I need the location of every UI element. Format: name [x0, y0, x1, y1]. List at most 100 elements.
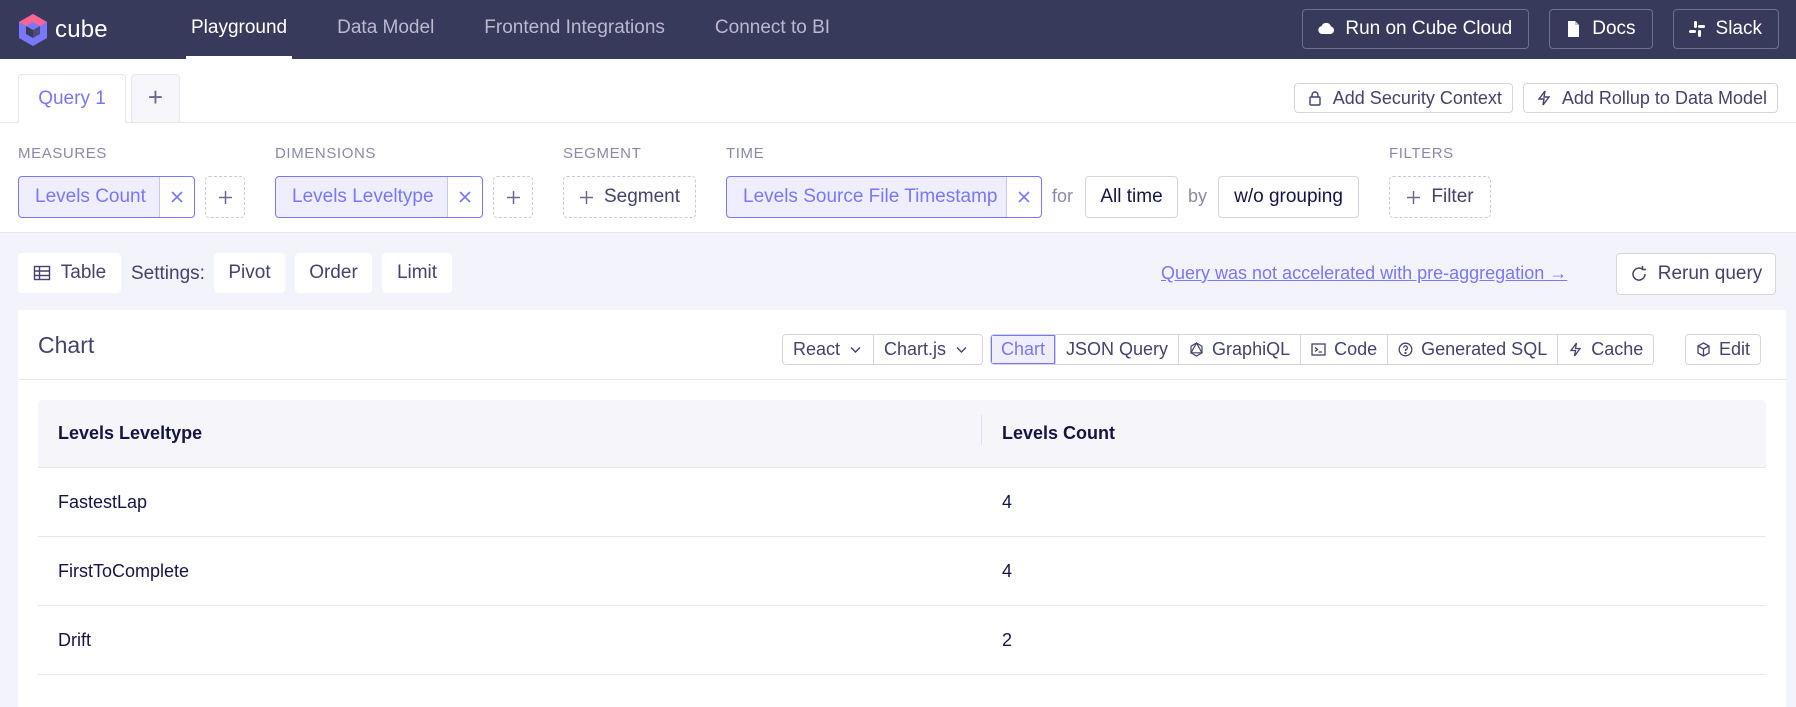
top-navbar: cube Playground Data Model Frontend Inte…: [0, 0, 1796, 59]
table-icon: [33, 265, 50, 281]
lock-icon: [1309, 91, 1321, 106]
query-builder: MEASURES Levels Count DIMENSIONS Levels …: [0, 123, 1796, 233]
graphql-icon: [1190, 342, 1204, 357]
framework-select[interactable]: React: [783, 335, 873, 364]
for-text: for: [1052, 186, 1074, 206]
granularity-select[interactable]: w/o grouping: [1218, 176, 1359, 218]
results-table: Levels Leveltype Levels Count FastestLap…: [38, 400, 1766, 675]
remove-measure-button[interactable]: [159, 177, 194, 217]
settings-bar: Table Settings: Pivot Order Limit Query …: [0, 233, 1796, 310]
add-filter-label: Filter: [1431, 186, 1474, 207]
code-label: Code: [1334, 339, 1378, 359]
table-cell: 2: [1002, 629, 1013, 650]
table-cell: Drift: [58, 629, 91, 650]
cloud-icon: [1318, 22, 1335, 34]
terminal-icon: [1311, 343, 1326, 356]
refresh-icon: [1632, 266, 1646, 281]
plus-icon: [218, 190, 232, 204]
chart-library-label: Chart.js: [884, 339, 947, 359]
nav-data-model[interactable]: Data Model: [312, 0, 459, 59]
lightning-icon: [1569, 342, 1582, 357]
edit-button[interactable]: Edit: [1686, 335, 1760, 364]
time-label: TIME: [726, 145, 765, 162]
limit-button[interactable]: Limit: [382, 253, 452, 293]
table-row: FirstToComplete 4: [38, 537, 1766, 606]
edit-group: Edit: [1685, 334, 1762, 365]
framework-selector: React Chart.js: [782, 334, 983, 365]
column-header[interactable]: Levels Leveltype: [38, 415, 982, 445]
dimension-pill-label: Levels Leveltype: [292, 186, 434, 207]
column-header[interactable]: Levels Count: [982, 423, 1766, 444]
framework-label: React: [793, 339, 841, 359]
tab-generated-sql[interactable]: Generated SQL: [1387, 335, 1557, 364]
settings-label: Settings:: [131, 263, 205, 284]
pre-aggregation-notice-link[interactable]: Query was not accelerated with pre-aggre…: [1161, 263, 1567, 284]
tab-cache[interactable]: Cache: [1557, 335, 1653, 364]
tab-chart[interactable]: Chart: [991, 335, 1056, 364]
table-row: Drift 2: [38, 606, 1766, 675]
cache-label: Cache: [1591, 339, 1644, 359]
graphiql-label: GraphiQL: [1212, 339, 1291, 359]
dimension-pill[interactable]: Levels Leveltype: [275, 176, 483, 218]
add-security-context-button[interactable]: Add Security Context: [1293, 83, 1513, 113]
remove-dimension-button[interactable]: [447, 177, 482, 217]
add-segment-button[interactable]: Segment: [563, 176, 696, 218]
tab-code[interactable]: Code: [1300, 335, 1387, 364]
codesandbox-icon: [1697, 342, 1710, 357]
cube-logo[interactable]: cube: [18, 13, 146, 47]
table-cell: FirstToComplete: [58, 560, 190, 581]
edit-label: Edit: [1719, 339, 1751, 359]
add-security-context-label: Add Security Context: [1332, 87, 1502, 108]
add-rollup-button[interactable]: Add Rollup to Data Model: [1522, 83, 1778, 113]
nav-frontend-integrations[interactable]: Frontend Integrations: [459, 0, 690, 59]
add-rollup-label: Add Rollup to Data Model: [1561, 87, 1767, 108]
run-on-cube-cloud-button[interactable]: Run on Cube Cloud: [1302, 9, 1530, 49]
by-text: by: [1188, 186, 1208, 206]
table-header: Levels Leveltype Levels Count: [38, 400, 1766, 468]
add-segment-label: Segment: [603, 186, 681, 207]
result-view-tabs: Chart JSON Query GraphiQL Code Generated…: [990, 334, 1655, 365]
close-icon: [171, 191, 183, 203]
date-range-select[interactable]: All time: [1085, 176, 1178, 218]
document-icon: [1568, 21, 1580, 37]
order-button[interactable]: Order: [295, 253, 372, 293]
nav-connect-to-bi[interactable]: Connect to BI: [690, 0, 855, 59]
add-filter-button[interactable]: Filter: [1389, 176, 1491, 218]
table-cell: 4: [1002, 560, 1013, 581]
time-dimension-pill[interactable]: Levels Source File Timestamp: [726, 176, 1042, 218]
plus-icon: [1407, 190, 1421, 204]
nav-playground[interactable]: Playground: [166, 0, 312, 59]
chevron-down-icon: [956, 347, 967, 353]
tab-graphiql[interactable]: GraphiQL: [1178, 335, 1300, 364]
chart-type-select[interactable]: Table: [18, 253, 121, 293]
plus-icon: [506, 190, 520, 204]
pivot-button[interactable]: Pivot: [214, 253, 285, 293]
run-on-cube-cloud-label: Run on Cube Cloud: [1345, 18, 1513, 39]
rerun-query-button[interactable]: Rerun query: [1616, 253, 1776, 295]
remove-time-dimension-button[interactable]: [1006, 177, 1041, 217]
tab-query-1[interactable]: Query 1: [18, 74, 126, 124]
add-dimension-button[interactable]: [493, 176, 533, 218]
filters-label: FILTERS: [1389, 145, 1454, 162]
lightning-icon: [1537, 90, 1551, 106]
add-measure-button[interactable]: [205, 176, 245, 218]
cube-logo-icon: [19, 13, 47, 46]
close-icon: [1018, 191, 1030, 203]
chart-library-select[interactable]: Chart.js: [873, 335, 982, 364]
chart-card: Chart React Chart.js Chart JSON Query Gr…: [18, 310, 1786, 707]
slack-icon: [1688, 21, 1705, 37]
table-row: FastestLap 4: [38, 468, 1766, 537]
segment-label: SEGMENT: [563, 145, 642, 162]
measure-pill[interactable]: Levels Count: [18, 176, 195, 218]
app-name: cube: [55, 15, 108, 43]
table-cell: FastestLap: [58, 491, 148, 512]
close-icon: [459, 191, 471, 203]
measures-label: MEASURES: [18, 145, 107, 162]
add-query-tab-button[interactable]: +: [131, 74, 180, 123]
table-cell: 4: [1002, 491, 1013, 512]
question-circle-icon: [1398, 342, 1413, 357]
docs-button[interactable]: Docs: [1549, 9, 1653, 49]
tab-json-query[interactable]: JSON Query: [1055, 335, 1178, 364]
slack-button[interactable]: Slack: [1672, 9, 1779, 49]
plus-icon: [579, 190, 593, 204]
